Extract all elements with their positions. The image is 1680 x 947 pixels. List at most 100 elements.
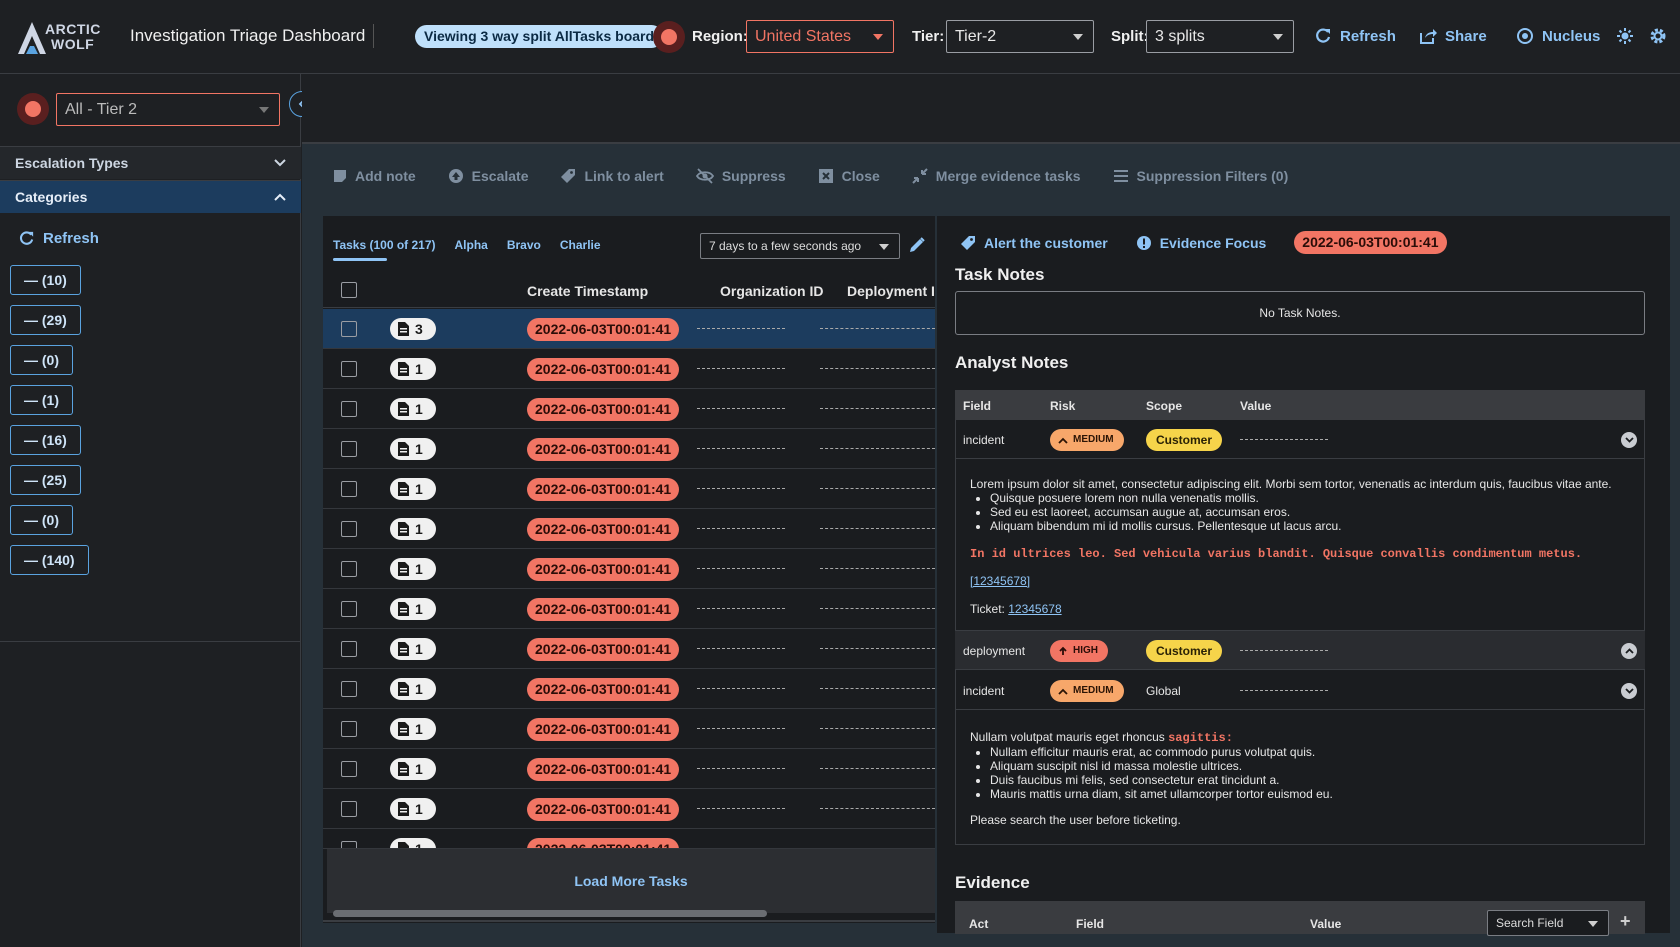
row-checkbox[interactable]	[341, 521, 357, 537]
analyst-note-row[interactable]: deployment HIGH Customer	[955, 631, 1645, 670]
evidence-count-badge[interactable]: 1	[390, 638, 436, 660]
table-row[interactable]: 1 2022-06-03T00:01:41	[323, 749, 935, 789]
record-indicator-icon[interactable]	[653, 21, 685, 53]
tier-select[interactable]: Tier-2	[946, 20, 1094, 53]
table-row[interactable]: 1 2022-06-03T00:01:41	[323, 669, 935, 709]
pencil-icon[interactable]	[908, 236, 926, 254]
category-chip[interactable]: — (0)	[10, 345, 73, 375]
row-checkbox[interactable]	[341, 361, 357, 377]
select-all-checkbox[interactable]	[341, 282, 357, 298]
table-row[interactable]: 1 2022-06-03T00:01:41	[323, 829, 935, 849]
category-chip[interactable]: — (140)	[10, 545, 89, 575]
search-field-select[interactable]: Search Field	[1487, 910, 1609, 936]
table-row[interactable]: 1 2022-06-03T00:01:41	[323, 549, 935, 589]
theme-sun-icon[interactable]	[1617, 28, 1633, 44]
row-checkbox[interactable]	[341, 481, 357, 497]
reference-link[interactable]: [12345678]	[970, 574, 1030, 588]
table-row[interactable]: 1 2022-06-03T00:01:41	[323, 709, 935, 749]
analyst-note-row[interactable]: incident MEDIUM Customer	[955, 420, 1645, 459]
create-timestamp-pill: 2022-06-03T00:01:41	[527, 718, 680, 741]
row-checkbox[interactable]	[341, 841, 357, 848]
filter-record-icon[interactable]	[17, 93, 49, 125]
table-row[interactable]: 3 2022-06-03T00:01:41	[323, 309, 935, 349]
add-note-button[interactable]: Add note	[333, 168, 416, 184]
horizontal-scrollbar[interactable]	[333, 910, 767, 917]
row-checkbox[interactable]	[341, 681, 357, 697]
region-select[interactable]: United States	[746, 20, 894, 53]
escalate-button[interactable]: Escalate	[448, 168, 528, 184]
evidence-count-badge[interactable]: 1	[390, 838, 436, 848]
evidence-count-badge[interactable]: 3	[390, 318, 436, 340]
evidence-count-badge[interactable]: 1	[390, 398, 436, 420]
table-row[interactable]: 1 2022-06-03T00:01:41	[323, 589, 935, 629]
evidence-count-badge[interactable]: 1	[390, 678, 436, 700]
suppress-button[interactable]: Suppress	[695, 168, 786, 184]
tier-filter-select[interactable]: All - Tier 2	[56, 93, 280, 126]
ticket-link[interactable]: 12345678	[1008, 602, 1061, 616]
row-checkbox[interactable]	[341, 641, 357, 657]
link-to-alert-button[interactable]: Link to alert	[560, 168, 664, 184]
category-chip[interactable]: — (0)	[10, 505, 73, 535]
evidence-count-badge[interactable]: 1	[390, 358, 436, 380]
col-deployment-id[interactable]: Deployment I	[847, 283, 935, 299]
note1-ref-link[interactable]: [12345678]	[970, 574, 1030, 588]
table-row[interactable]: 1 2022-06-03T00:01:41	[323, 389, 935, 429]
alert-customer-button[interactable]: Alert the customer	[960, 235, 1108, 251]
tab-bravo[interactable]: Bravo	[507, 238, 541, 252]
row-checkbox[interactable]	[341, 401, 357, 417]
evidence-count-badge[interactable]: 1	[390, 598, 436, 620]
split-select[interactable]: 3 splits	[1146, 20, 1294, 53]
tab-charlie[interactable]: Charlie	[560, 238, 601, 252]
collapse-note-button[interactable]	[1621, 683, 1637, 699]
evidence-count-badge[interactable]: 1	[390, 558, 436, 580]
close-task-button[interactable]: Close	[818, 168, 880, 184]
scope-badge: Customer	[1146, 429, 1223, 451]
categories-section[interactable]: Categories	[0, 180, 301, 213]
evidence-count-badge[interactable]: 1	[390, 798, 436, 820]
evidence-count-badge[interactable]: 1	[390, 518, 436, 540]
row-checkbox[interactable]	[341, 721, 357, 737]
evidence-count: 1	[415, 761, 423, 777]
col-create-timestamp[interactable]: Create Timestamp	[527, 283, 648, 299]
suppression-filters-button[interactable]: Suppression Filters (0)	[1113, 168, 1288, 184]
escalation-types-section[interactable]: Escalation Types	[0, 146, 301, 179]
category-chip[interactable]: — (10)	[10, 265, 81, 295]
tab-alpha[interactable]: Alpha	[455, 238, 488, 252]
share-button[interactable]: Share	[1419, 27, 1487, 45]
table-row[interactable]: 1 2022-06-03T00:01:41	[323, 469, 935, 509]
category-chip[interactable]: — (29)	[10, 305, 81, 335]
row-checkbox[interactable]	[341, 761, 357, 777]
create-timestamp-pill: 2022-06-03T00:01:41	[527, 398, 680, 421]
expand-note-button[interactable]	[1621, 643, 1637, 659]
gear-icon[interactable]	[1649, 27, 1667, 45]
evidence-count-badge[interactable]: 1	[390, 478, 436, 500]
collapse-note-button[interactable]	[1621, 432, 1637, 448]
category-chip[interactable]: — (16)	[10, 425, 81, 455]
load-more-tasks-button[interactable]: Load More Tasks	[327, 849, 935, 913]
row-checkbox[interactable]	[341, 321, 357, 337]
refresh-button[interactable]: Refresh	[1314, 27, 1396, 45]
category-chip[interactable]: — (25)	[10, 465, 81, 495]
merge-evidence-button[interactable]: Merge evidence tasks	[912, 168, 1081, 184]
categories-refresh-button[interactable]: Refresh	[18, 230, 99, 247]
table-row[interactable]: 1 2022-06-03T00:01:41	[323, 629, 935, 669]
evidence-count-badge[interactable]: 1	[390, 758, 436, 780]
analyst-note-row[interactable]: incident MEDIUM Global	[955, 671, 1645, 710]
tab-tasks[interactable]: Tasks (100 of 217)	[333, 238, 436, 252]
add-evidence-field-button[interactable]: +	[1620, 912, 1631, 930]
table-row[interactable]: 1 2022-06-03T00:01:41	[323, 789, 935, 829]
evidence-count-badge[interactable]: 1	[390, 438, 436, 460]
table-row[interactable]: 1 2022-06-03T00:01:41	[323, 349, 935, 389]
col-organization-id[interactable]: Organization ID	[720, 283, 823, 299]
table-row[interactable]: 1 2022-06-03T00:01:41	[323, 429, 935, 469]
category-chip[interactable]: — (1)	[10, 385, 73, 415]
date-range-select[interactable]: 7 days to a few seconds ago	[700, 233, 900, 259]
row-checkbox[interactable]	[341, 801, 357, 817]
row-checkbox[interactable]	[341, 561, 357, 577]
nucleus-button[interactable]: Nucleus	[1516, 27, 1600, 45]
table-row[interactable]: 1 2022-06-03T00:01:41	[323, 509, 935, 549]
row-checkbox[interactable]	[341, 601, 357, 617]
evidence-focus-button[interactable]: Evidence Focus	[1136, 235, 1266, 251]
evidence-count-badge[interactable]: 1	[390, 718, 436, 740]
row-checkbox[interactable]	[341, 441, 357, 457]
